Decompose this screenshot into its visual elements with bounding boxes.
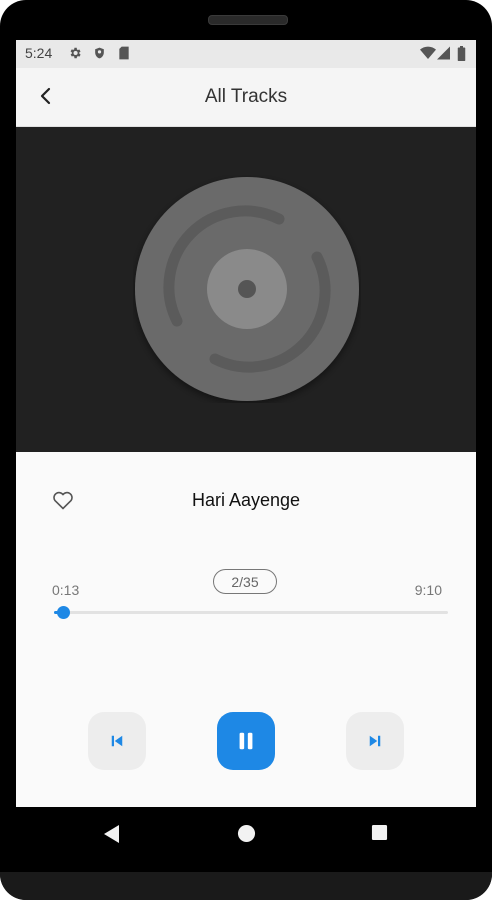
heart-outline-icon[interactable] <box>51 488 75 512</box>
skip-previous-icon <box>111 735 123 747</box>
seek-bar-thumb[interactable] <box>57 606 71 619</box>
track-counter-badge: 2/35 <box>213 569 277 594</box>
player-panel: Hari Aayenge 2/35 0:13 9:10 <box>16 452 476 807</box>
shield-icon <box>95 47 104 59</box>
album-art <box>16 127 476 452</box>
battery-icon <box>457 46 466 61</box>
total-time: 9:10 <box>414 582 442 598</box>
home-circle-icon[interactable] <box>237 824 256 843</box>
play-pause-button[interactable] <box>217 712 275 770</box>
status-bar: 5:24 <box>16 40 476 68</box>
wifi-icon <box>420 46 436 59</box>
back-triangle-icon[interactable] <box>103 824 121 844</box>
seek-bar[interactable] <box>54 606 448 619</box>
app-bar: All Tracks <box>16 68 476 127</box>
track-title: Hari Aayenge <box>191 490 301 510</box>
pause-icon <box>239 732 253 750</box>
previous-track-button[interactable] <box>88 712 146 770</box>
phone-bottom-bezel <box>0 872 492 900</box>
signal-icon <box>437 46 450 60</box>
earpiece-speaker <box>208 15 288 25</box>
skip-next-icon <box>369 735 381 747</box>
recents-square-icon[interactable] <box>371 824 388 841</box>
screen: 5:24 All Tracks Hari Aayenge 2/35 0:13 9… <box>16 40 476 807</box>
next-track-button[interactable] <box>346 712 404 770</box>
elapsed-time: 0:13 <box>52 582 80 598</box>
disc-placeholder-icon <box>135 177 359 401</box>
phone-frame: 5:24 All Tracks Hari Aayenge 2/35 0:13 9… <box>0 0 492 900</box>
navigation-bar <box>0 807 492 862</box>
status-time: 5:24 <box>25 45 53 61</box>
page-title: All Tracks <box>204 86 288 107</box>
sim-card-icon <box>119 46 129 60</box>
settings-icon <box>70 47 81 59</box>
